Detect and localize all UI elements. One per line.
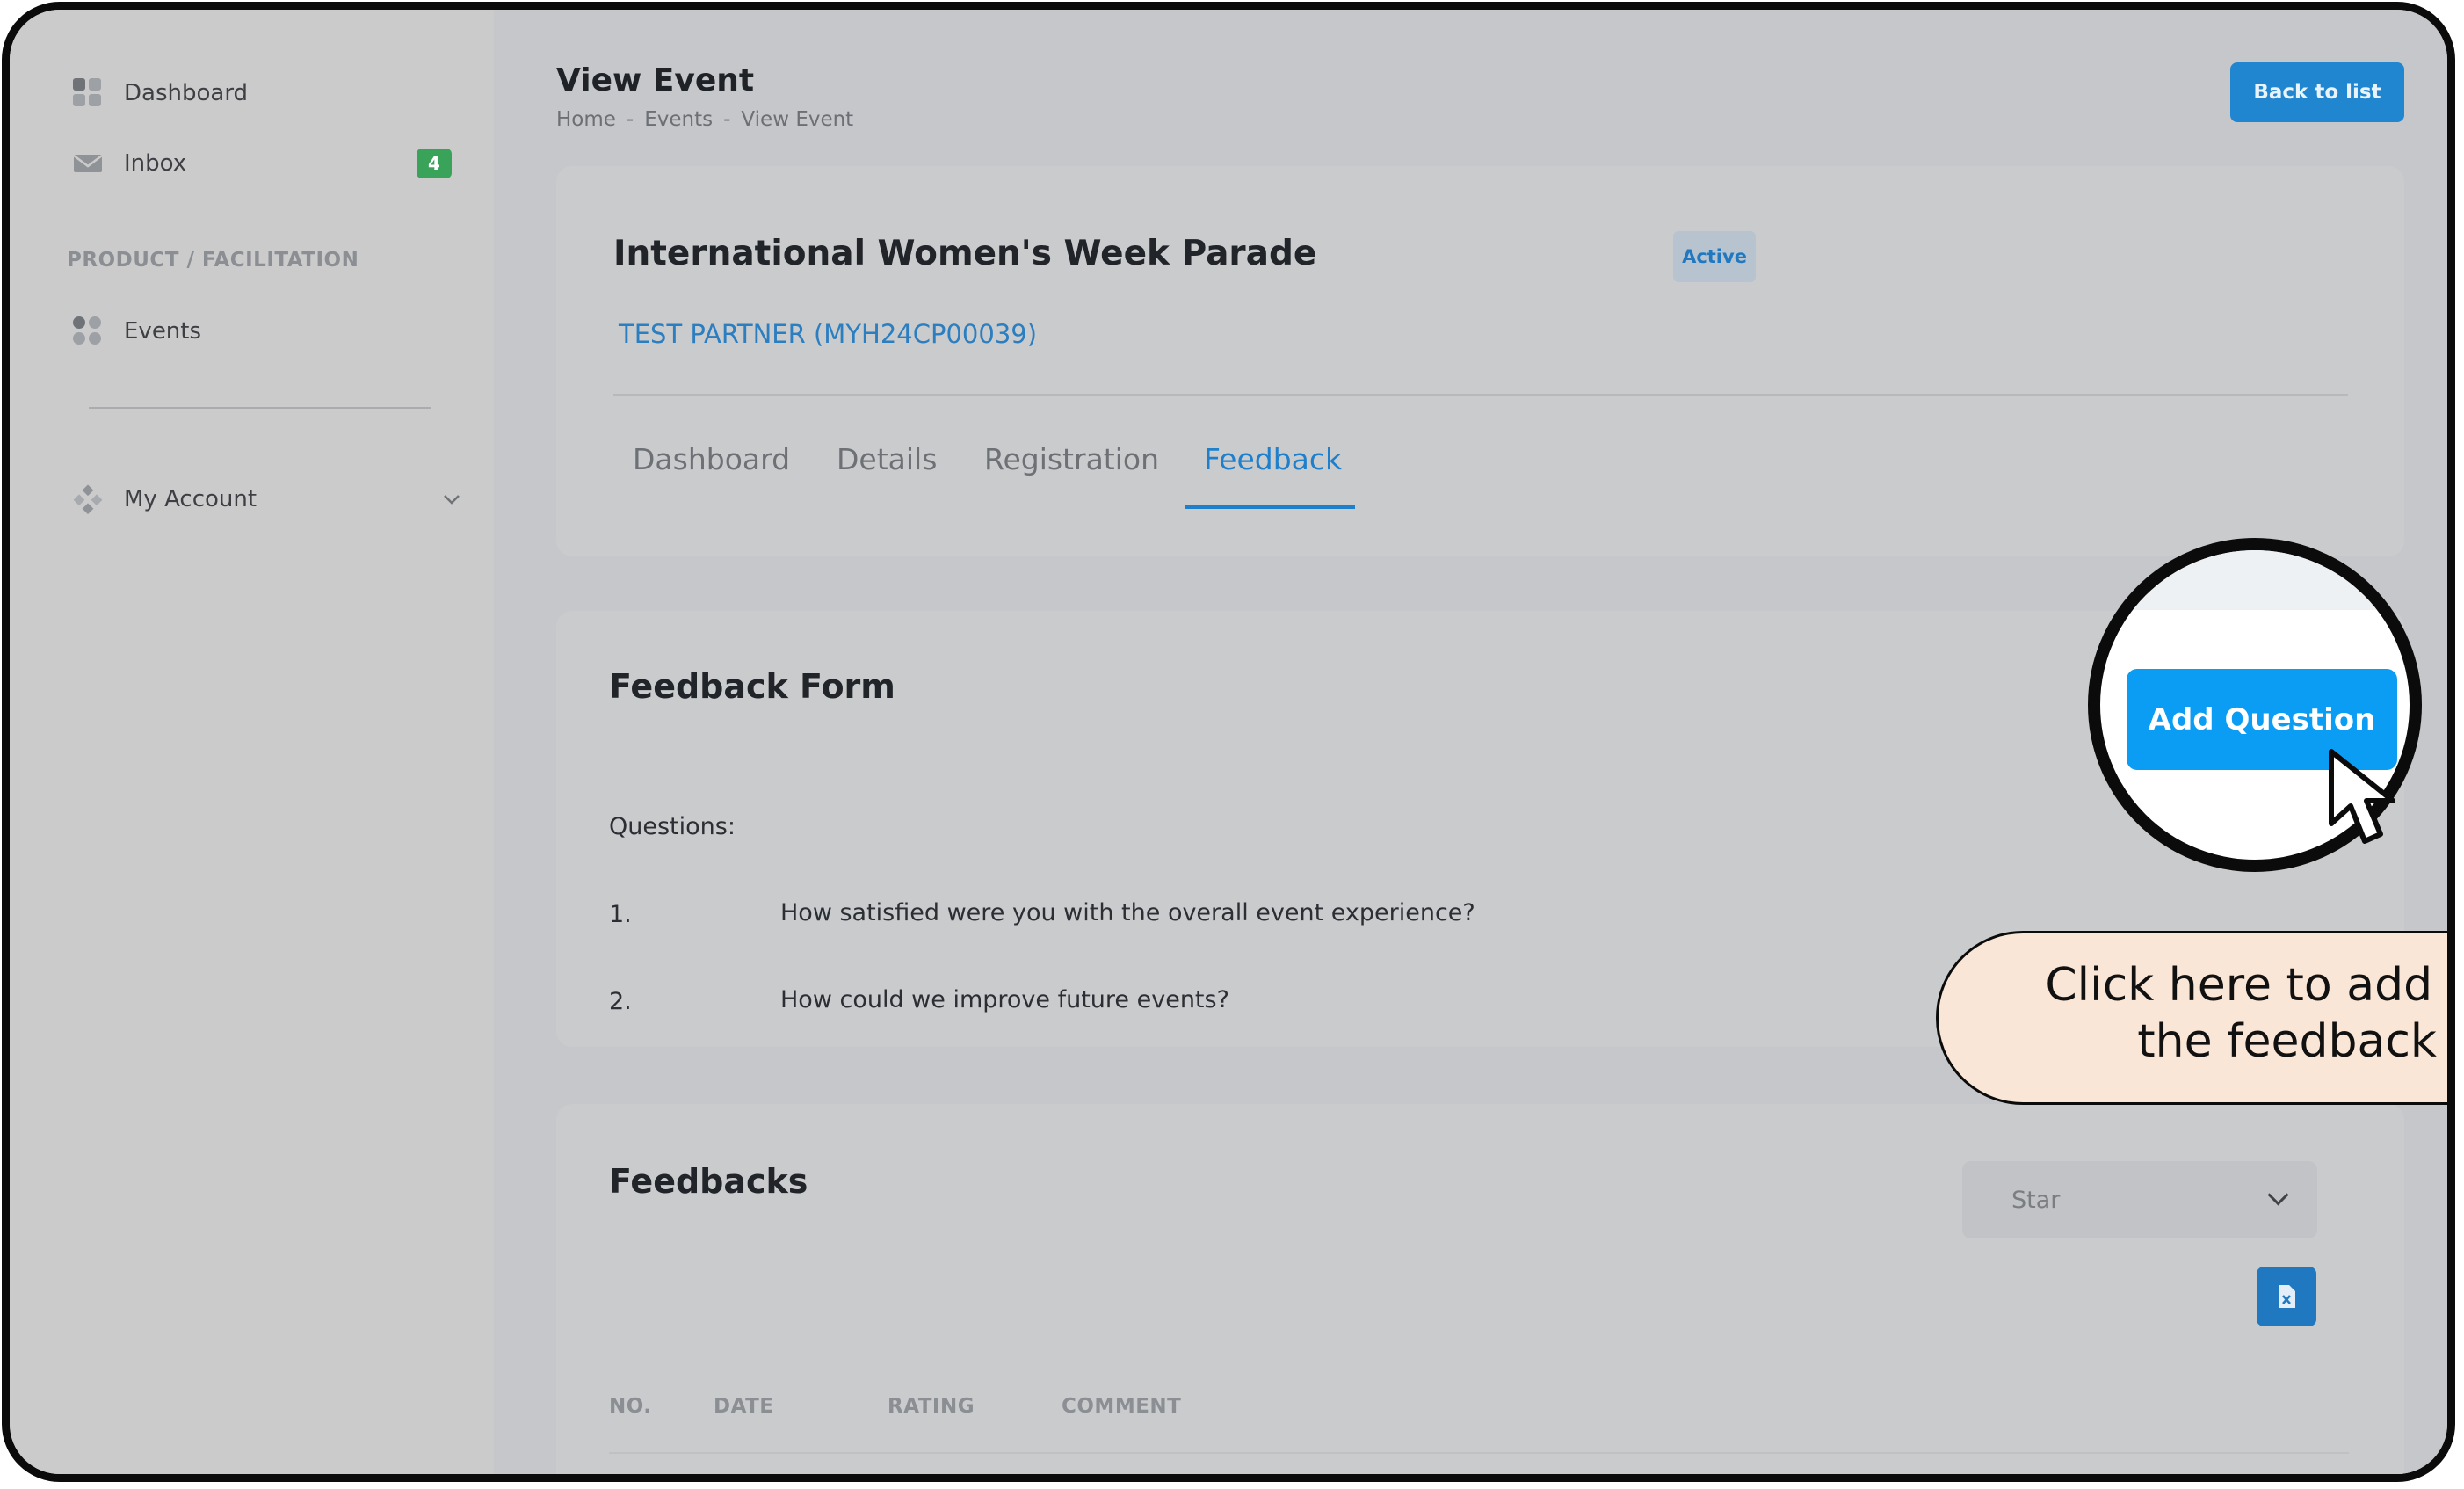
column-header-comment[interactable]: COMMENT: [1062, 1395, 1181, 1418]
export-excel-button[interactable]: [2257, 1267, 2316, 1326]
sidebar-item-inbox[interactable]: Inbox: [73, 149, 186, 178]
dashboard-icon: [73, 78, 103, 108]
column-header-date[interactable]: DATE: [714, 1395, 774, 1418]
tab-registration[interactable]: Registration: [984, 442, 1159, 476]
question-text: How could we improve future events?: [780, 986, 1229, 1013]
partner-link[interactable]: TEST PARTNER (MYH24CP00039): [619, 319, 1037, 349]
question-number: 2.: [609, 988, 632, 1015]
chevron-down-icon[interactable]: [442, 493, 461, 505]
breadcrumb-separator: -: [723, 108, 731, 131]
tab-details[interactable]: Details: [837, 442, 937, 476]
feedback-form-title: Feedback Form: [609, 667, 895, 706]
sidebar-divider: [89, 407, 431, 409]
sidebar-item-my-account[interactable]: My Account: [73, 484, 257, 515]
breadcrumb-events[interactable]: Events: [644, 108, 713, 131]
sidebar-item-label: My Account: [124, 486, 257, 512]
mouse-pointer-icon: [2329, 749, 2395, 844]
tab-dashboard[interactable]: Dashboard: [633, 442, 790, 476]
table-header-divider: [609, 1452, 2349, 1454]
device-frame: Dashboard Inbox 4 PRODUCT / FACILITATION…: [2, 2, 2455, 1482]
inbox-icon: [73, 149, 103, 178]
column-header-no[interactable]: NO.: [609, 1395, 652, 1418]
inbox-count-badge: 4: [417, 149, 452, 178]
back-to-list-button[interactable]: Back to list: [2230, 62, 2404, 122]
sidebar-item-label: Events: [124, 318, 202, 345]
status-badge: Active: [1673, 231, 1756, 282]
page-title: View Event: [556, 62, 755, 98]
feedbacks-title: Feedbacks: [609, 1162, 808, 1201]
select-value: Star: [2011, 1186, 2061, 1214]
account-icon: [73, 484, 103, 515]
tooltip-text: Click here to add que the feedback fo: [1982, 957, 2447, 1070]
sidebar-item-label: Inbox: [124, 150, 187, 177]
event-card: [556, 166, 2404, 556]
events-icon: [73, 316, 103, 346]
column-header-rating[interactable]: RATING: [888, 1395, 975, 1418]
tab-feedback[interactable]: Feedback: [1204, 442, 1342, 476]
breadcrumb-current: View Event: [741, 108, 854, 131]
event-card-divider: [613, 394, 2348, 396]
sidebar: Dashboard Inbox 4 PRODUCT / FACILITATION…: [10, 10, 494, 1474]
sidebar-section-label: PRODUCT / FACILITATION: [67, 249, 359, 272]
chevron-down-icon: [2267, 1184, 2289, 1206]
breadcrumb: Home - Events - View Event: [556, 108, 853, 131]
sidebar-item-label: Dashboard: [124, 80, 249, 106]
sidebar-item-events[interactable]: Events: [73, 316, 201, 346]
rating-filter-select[interactable]: Star: [1962, 1161, 2317, 1238]
question-text: How satisfied were you with the overall …: [780, 899, 1475, 926]
event-title: International Women's Week Parade: [613, 234, 1317, 273]
question-number: 1.: [609, 901, 632, 928]
questions-label: Questions:: [609, 813, 736, 840]
tooltip-line-1: Click here to add que: [2045, 959, 2447, 1012]
sidebar-item-dashboard[interactable]: Dashboard: [73, 78, 248, 108]
tooltip-line-2: the feedback fo: [2137, 1015, 2447, 1068]
active-tab-indicator: [1185, 505, 1355, 509]
breadcrumb-home[interactable]: Home: [556, 108, 616, 131]
excel-file-icon: [2279, 1285, 2295, 1308]
breadcrumb-separator: -: [626, 108, 634, 131]
